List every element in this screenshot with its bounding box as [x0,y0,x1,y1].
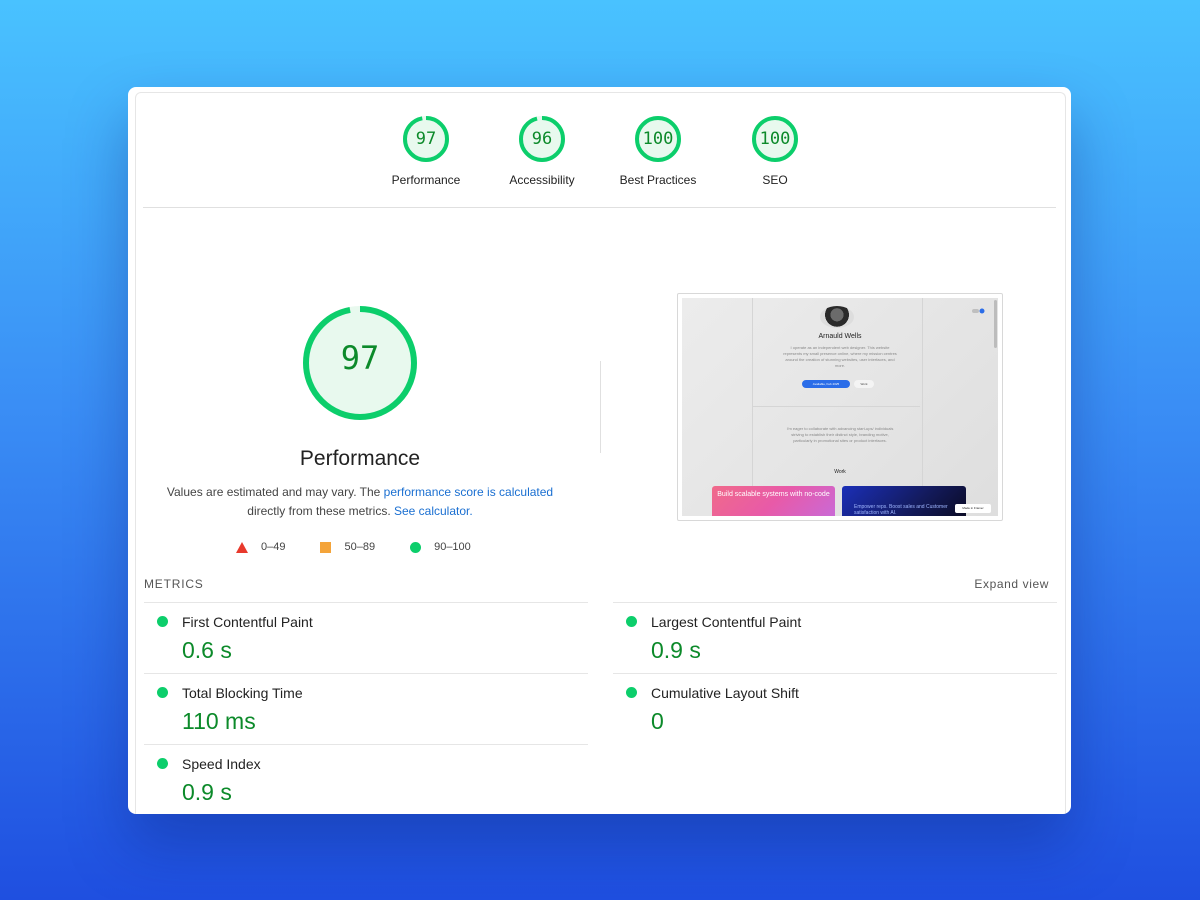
vertical-divider [600,361,601,453]
legend-pass: 90–100 [410,541,471,553]
metrics-heading: METRICS [144,577,204,591]
final-screenshot-preview[interactable]: Arnauld Wells I operate as an independen… [677,293,1003,521]
performance-title: Performance [299,447,421,470]
gauge-score: 97 [415,129,437,149]
preview-available-button: Available, Feb 2025 [802,380,850,388]
made-in-framer-badge: Made in Framer [955,504,991,513]
pass-circle-icon [157,616,168,627]
legend-range: 0–49 [261,541,286,553]
metric-label: Cumulative Layout Shift [651,685,799,701]
expand-view-toggle[interactable]: Expand view [974,577,1049,591]
legend-fail: 0–49 [236,541,285,553]
metric-value: 0.6 s [182,637,232,663]
pass-circle-icon [626,687,637,698]
metric-cumulative-layout-shift: Cumulative Layout Shift 0 [613,673,1057,744]
gauge-score: 100 [642,129,674,149]
red-triangle-icon [236,541,248,553]
pass-circle-icon [157,758,168,769]
legend-range: 50–89 [344,541,376,553]
preview-intro: I operate as an independent web designer… [783,345,897,368]
metric-value: 0.9 s [651,637,701,663]
pass-circle-icon [157,687,168,698]
preview-card-nocode: Build scalable systems with no-code [712,486,835,516]
preview-gridline [922,298,923,516]
preview-work-button: Work [854,380,874,388]
avatar [820,306,854,328]
performance-gauge: 97 [300,303,420,423]
performance-description: Values are estimated and may vary. The p… [160,483,560,521]
preview-gridline [752,298,753,516]
metric-label: First Contentful Paint [182,614,313,630]
gauge-score: 96 [531,129,553,149]
lighthouse-report-card: 97 Performance 96 Accessibility 100 Best… [128,87,1071,814]
scrollbar [994,300,997,348]
pass-circle-icon [626,616,637,627]
metric-total-blocking-time: Total Blocking Time 110 ms [144,673,588,744]
gauge-seo[interactable]: 100 SEO [720,115,830,187]
gauge-score: 100 [759,129,791,149]
metric-first-contentful-paint: First Contentful Paint 0.6 s [144,602,588,673]
preview-divider [752,406,920,407]
preview-card-title: Empower reps. Boost sales and Customer s… [854,504,948,516]
preview-card-ai: Empower reps. Boost sales and Customer s… [842,486,966,516]
gauge-label: Accessibility [509,173,575,187]
gauge-performance[interactable]: 97 Performance [371,115,481,187]
divider [143,207,1056,208]
metric-speed-index: Speed Index 0.9 s [144,744,588,814]
preview-name: Arnauld Wells [818,333,862,340]
category-gauges: 97 Performance 96 Accessibility 100 Best… [128,87,1071,207]
performance-score: 97 [340,339,380,377]
toggle-icon [972,308,985,314]
desc-text-2: directly from these metrics. [247,504,394,518]
desc-text-1: Values are estimated and may vary. The [166,485,384,499]
metric-value: 0.9 s [182,779,232,805]
see-calculator-link[interactable]: See calculator. [394,504,473,518]
preview-work-heading: Work [834,469,846,475]
score-calculated-link[interactable]: performance score is calculated [384,485,553,499]
metric-value: 110 ms [182,708,256,734]
green-circle-icon [410,541,422,553]
gauge-accessibility[interactable]: 96 Accessibility [487,115,597,187]
screenshot-image: Arnauld Wells I operate as an independen… [682,298,998,516]
preview-card-title: Build scalable systems with no-code [717,491,830,498]
score-legend: 0–49 50–89 90–100 [236,541,506,553]
orange-square-icon [320,541,332,553]
legend-range: 90–100 [434,541,471,553]
metric-largest-contentful-paint: Largest Contentful Paint 0.9 s [613,602,1057,673]
metric-value: 0 [651,708,664,734]
metric-label: Speed Index [182,756,261,772]
gauge-label: Performance [391,173,461,187]
gauge-best-practices[interactable]: 100 Best Practices [603,115,713,187]
metric-label: Largest Contentful Paint [651,614,802,630]
gauge-label: Best Practices [619,173,697,187]
legend-average: 50–89 [320,541,375,553]
metric-label: Total Blocking Time [182,685,303,701]
preview-collab-text: I'm eager to collaborate with advancing … [786,426,894,443]
gauge-label: SEO [762,173,788,187]
